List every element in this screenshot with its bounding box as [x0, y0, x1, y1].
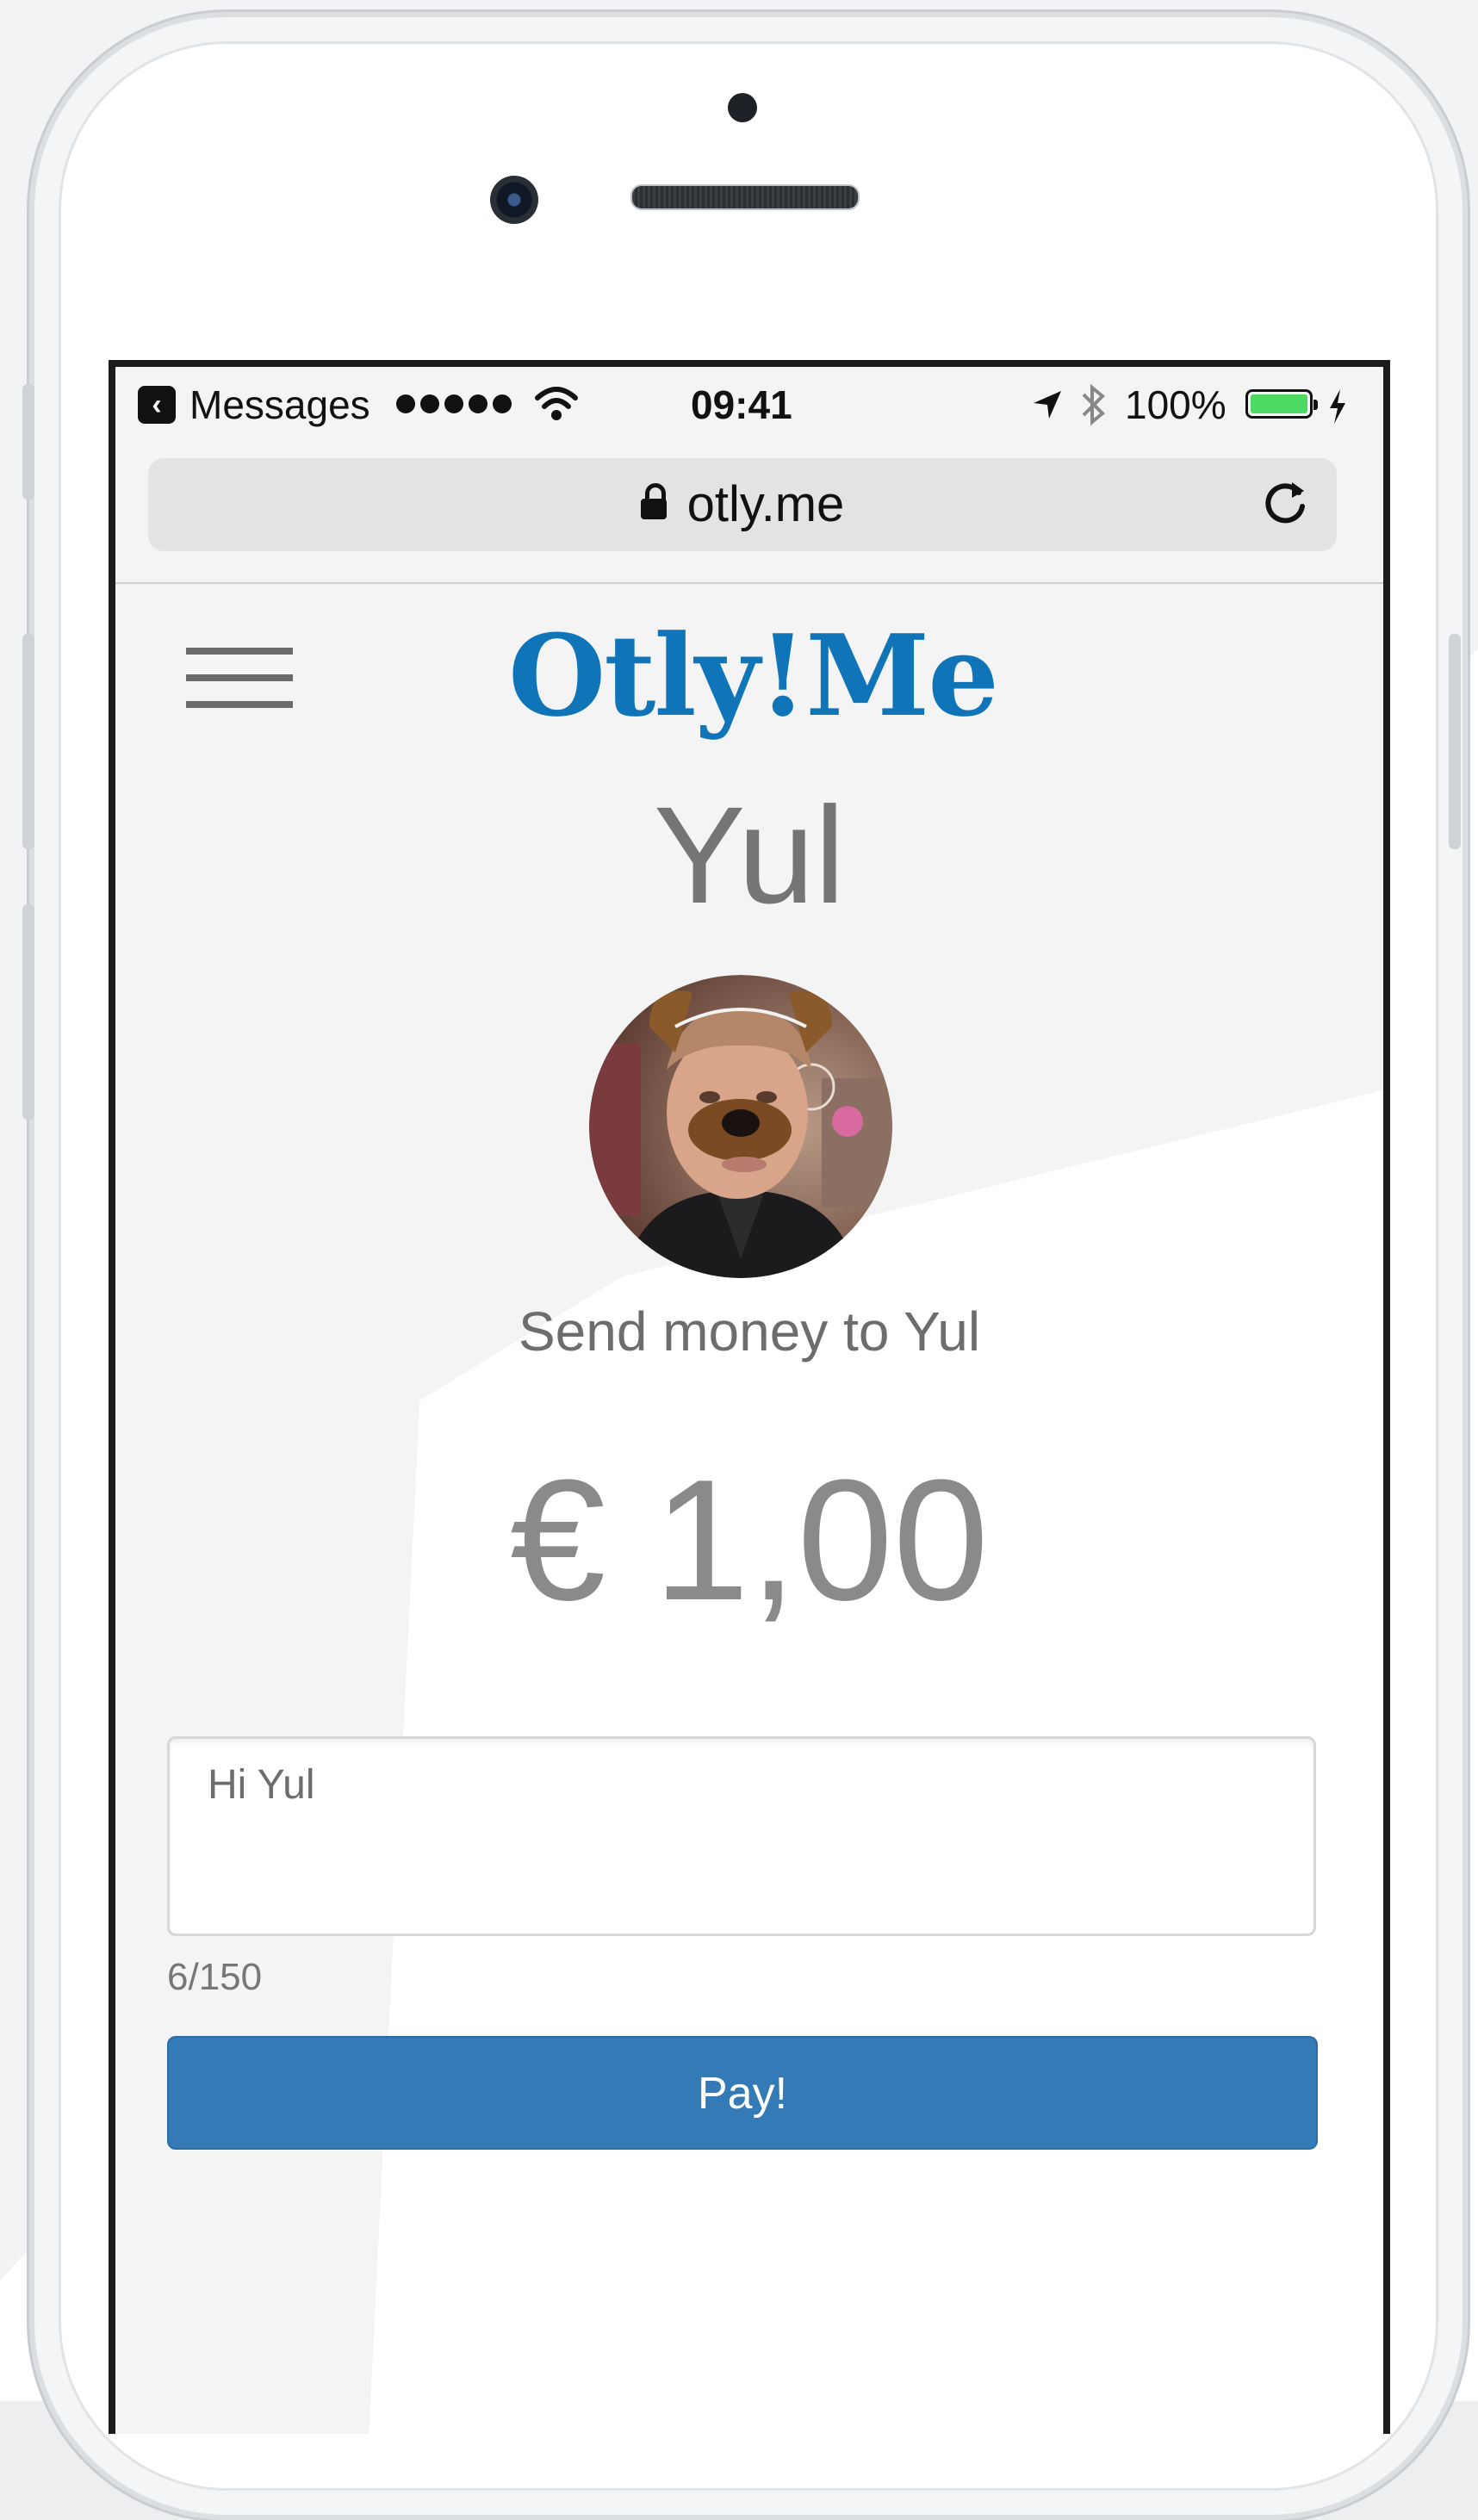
send-money-label: Send money to Yul — [518, 1300, 981, 1362]
lock-icon — [640, 483, 667, 519]
phone-screen: ‹ Messages 09:41 100% otly.me Otly!Me Yu… — [109, 360, 1390, 2434]
address-bar[interactable]: otly.me — [148, 458, 1337, 551]
wifi-icon — [535, 387, 578, 420]
character-counter: 6/150 — [167, 1956, 263, 1998]
message-text[interactable]: Hi Yul — [208, 1760, 315, 1811]
signal-dots-icon — [396, 394, 517, 418]
back-app-label[interactable]: Messages — [189, 381, 370, 429]
back-arrow-icon[interactable]: ‹ — [138, 386, 176, 424]
amount-display[interactable]: € 1,00 — [115, 1442, 1383, 1640]
status-bar: ‹ Messages 09:41 100% — [115, 367, 1383, 453]
status-time: 09:41 — [691, 382, 792, 427]
volume-down-button — [22, 904, 34, 1120]
volume-up-button — [22, 634, 34, 849]
battery-icon — [1245, 389, 1318, 419]
logo-text: Otly!Me — [508, 610, 997, 742]
url-display[interactable]: otly.me — [148, 477, 1337, 532]
charging-bolt-icon — [1330, 389, 1345, 424]
hamburger-menu-icon[interactable] — [186, 648, 293, 708]
battery-percent: 100% — [1125, 382, 1226, 427]
reload-icon[interactable] — [1261, 477, 1313, 529]
avatar — [589, 975, 892, 1278]
earpiece-speaker — [630, 184, 860, 210]
mute-switch — [22, 384, 34, 500]
message-input[interactable]: Hi Yul — [167, 1736, 1316, 1936]
power-button — [1449, 634, 1461, 849]
front-camera — [490, 176, 538, 224]
location-arrow-icon — [1034, 391, 1061, 419]
proximity-sensor — [728, 93, 757, 122]
browser-divider — [115, 582, 1383, 584]
pay-button[interactable]: Pay! — [167, 2036, 1318, 2150]
url-text: otly.me — [686, 476, 845, 532]
otly-me-logo[interactable]: Otly!Me — [451, 610, 1054, 756]
bluetooth-icon — [1082, 383, 1105, 426]
recipient-name: Yul — [653, 778, 846, 932]
